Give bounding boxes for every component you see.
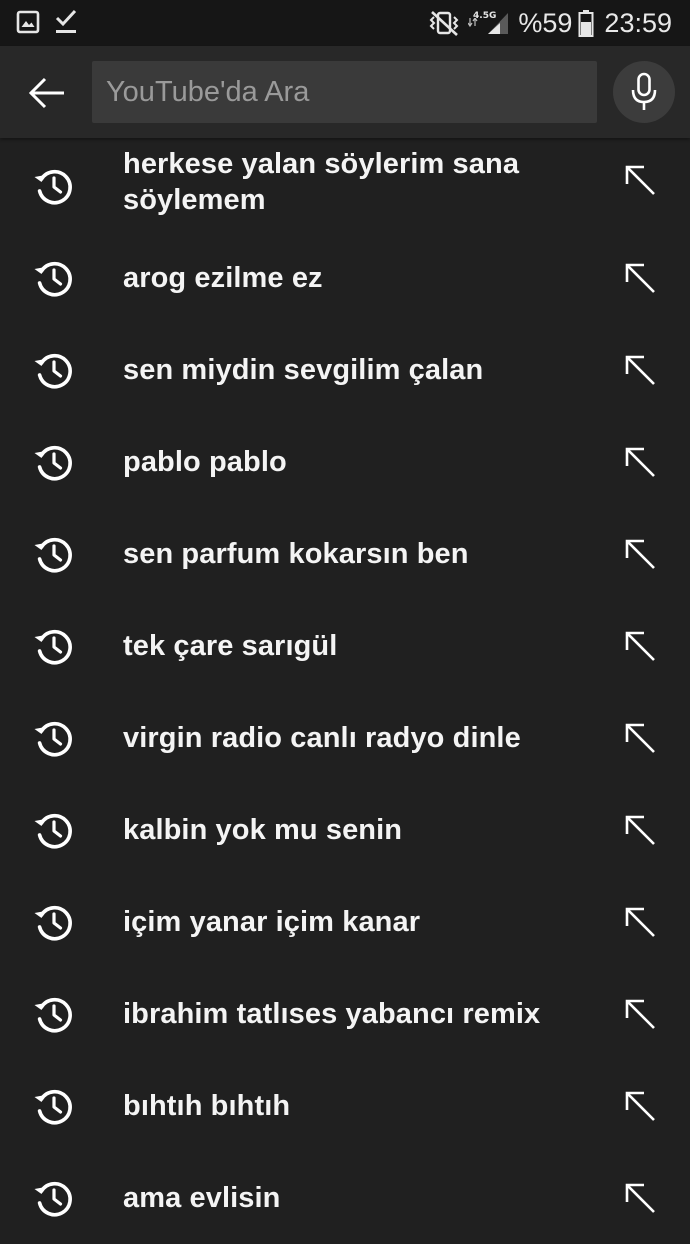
back-button[interactable] — [24, 70, 70, 116]
search-header — [0, 46, 690, 138]
history-icon — [32, 901, 74, 943]
suggestion-row[interactable]: bıhtıh bıhtıh — [0, 1060, 690, 1152]
suggestion-row[interactable]: tek çare sarıgül — [0, 600, 690, 692]
suggestion-row[interactable]: sen miydin sevgilim çalan — [0, 324, 690, 416]
battery-percent: %59 — [518, 7, 573, 38]
status-right-icons: 4.5G %59 23:59 — [427, 0, 672, 46]
voice-search-button[interactable] — [613, 61, 675, 123]
mobile-data-icon — [468, 18, 478, 28]
microphone-icon — [631, 72, 657, 110]
history-icon — [32, 809, 74, 851]
suggestion-row[interactable]: kalbin yok mu senin — [0, 784, 690, 876]
fill-query-arrow-icon[interactable] — [622, 904, 658, 940]
history-icon — [32, 625, 74, 667]
suggestion-text[interactable]: ibrahim tatlıses yabancı remix — [123, 996, 563, 1032]
suggestion-text[interactable]: arog ezilme ez — [123, 260, 563, 296]
fill-query-arrow-icon[interactable] — [622, 260, 658, 296]
suggestion-text[interactable]: içim yanar içim kanar — [123, 904, 563, 940]
suggestion-text[interactable]: sen miydin sevgilim çalan — [123, 352, 563, 388]
fill-query-arrow-icon[interactable] — [622, 720, 658, 756]
suggestion-text[interactable]: pablo pablo — [123, 444, 563, 480]
battery-icon — [578, 10, 594, 37]
search-box[interactable] — [92, 61, 597, 123]
status-left-icons — [16, 9, 92, 35]
suggestion-row[interactable]: virgin radio canlı radyo dinle — [0, 692, 690, 784]
suggestion-text[interactable]: sen parfum kokarsın ben — [123, 536, 563, 572]
fill-query-arrow-icon[interactable] — [622, 444, 658, 480]
suggestion-text[interactable]: virgin radio canlı radyo dinle — [123, 720, 563, 756]
history-icon — [32, 257, 74, 299]
network-type-label: 4.5G — [473, 10, 497, 21]
search-history-list: herkese yalan söylerim sana söylemem arog… — [0, 138, 690, 1244]
history-icon — [32, 533, 74, 575]
history-icon — [32, 441, 74, 483]
fill-query-arrow-icon[interactable] — [622, 162, 658, 198]
history-icon — [32, 993, 74, 1035]
fill-query-arrow-icon[interactable] — [622, 536, 658, 572]
suggestion-row[interactable]: ibrahim tatlıses yabancı remix — [0, 968, 690, 1060]
vibrate-mode-icon — [429, 11, 459, 36]
suggestion-text[interactable]: herkese yalan söylerim sana söylemem — [123, 146, 563, 218]
suggestion-row[interactable]: sen parfum kokarsın ben — [0, 508, 690, 600]
fill-query-arrow-icon[interactable] — [622, 352, 658, 388]
suggestion-text[interactable]: kalbin yok mu senin — [123, 812, 563, 848]
fill-query-arrow-icon[interactable] — [622, 996, 658, 1032]
suggestion-row[interactable]: pablo pablo — [0, 416, 690, 508]
history-icon — [32, 165, 74, 207]
suggestion-text[interactable]: tek çare sarıgül — [123, 628, 563, 664]
status-clock: 23:59 — [604, 7, 672, 38]
suggestion-text[interactable]: ama evlisin — [123, 1180, 563, 1216]
suggestion-text[interactable]: bıhtıh bıhtıh — [123, 1088, 563, 1124]
suggestion-row[interactable]: herkese yalan söylerim sana söylemem — [0, 138, 690, 232]
suggestion-row[interactable]: içim yanar içim kanar — [0, 876, 690, 968]
history-icon — [32, 717, 74, 759]
suggestion-row[interactable]: ama evlisin — [0, 1152, 690, 1244]
arrow-back-icon — [29, 77, 64, 109]
fill-query-arrow-icon[interactable] — [622, 812, 658, 848]
suggestion-row[interactable]: arog ezilme ez — [0, 232, 690, 324]
gallery-notification-icon — [16, 10, 40, 34]
history-icon — [32, 1085, 74, 1127]
fill-query-arrow-icon[interactable] — [622, 628, 658, 664]
history-icon — [32, 349, 74, 391]
fill-query-arrow-icon[interactable] — [622, 1088, 658, 1124]
fill-query-arrow-icon[interactable] — [622, 1180, 658, 1216]
history-icon — [32, 1177, 74, 1219]
download-complete-icon — [55, 9, 77, 33]
status-bar: 4.5G %59 23:59 — [0, 0, 690, 46]
search-input[interactable] — [92, 61, 597, 123]
